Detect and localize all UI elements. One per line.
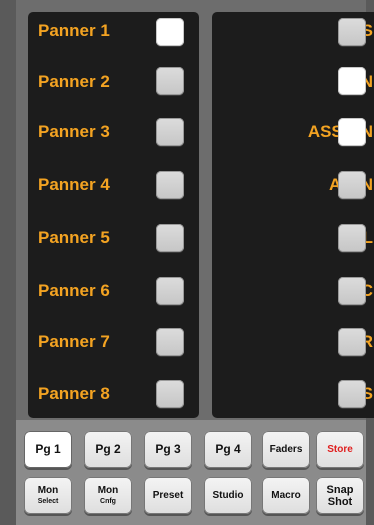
snapshot-key[interactable]: Snap Shot	[316, 477, 364, 514]
page-4-key[interactable]: Pg 4	[204, 431, 252, 468]
faders-key[interactable]: Faders	[262, 431, 310, 468]
panner-2-button[interactable]	[156, 67, 184, 95]
l-button[interactable]	[338, 224, 366, 252]
assign-button[interactable]	[338, 118, 366, 146]
r-button[interactable]	[338, 328, 366, 356]
page-3-key[interactable]: Pg 3	[144, 431, 192, 468]
panner-5-button[interactable]	[156, 224, 184, 252]
panner-6-button[interactable]	[156, 277, 184, 305]
panner-1-button[interactable]	[156, 18, 184, 46]
panner-4-button[interactable]	[156, 171, 184, 199]
bus-button[interactable]	[338, 18, 366, 46]
store-key[interactable]: Store	[316, 431, 364, 468]
page-1-key[interactable]: Pg 1	[24, 431, 72, 468]
panner-4-label: Panner 4	[38, 175, 110, 194]
studio-key[interactable]: Studio	[204, 477, 252, 514]
panner-2-label: Panner 2	[38, 72, 110, 91]
panner-3-label: Panner 3	[38, 122, 110, 141]
panner-7-label: Panner 7	[38, 332, 110, 351]
pan-button[interactable]	[338, 67, 366, 95]
panner-3-button[interactable]	[156, 118, 184, 146]
page-2-key[interactable]: Pg 2	[84, 431, 132, 468]
s-button[interactable]	[338, 380, 366, 408]
panner-6-label: Panner 6	[38, 281, 110, 300]
panner-7-button[interactable]	[156, 328, 184, 356]
panner-8-label: Panner 8	[38, 384, 110, 403]
panner-1-label: Panner 1	[38, 21, 110, 40]
preset-key[interactable]: Preset	[144, 477, 192, 514]
macro-key[interactable]: Macro	[262, 477, 310, 514]
mon-select-key[interactable]: Mon Select	[24, 477, 72, 514]
attn-button[interactable]	[338, 171, 366, 199]
panner-8-button[interactable]	[156, 380, 184, 408]
c-button[interactable]	[338, 277, 366, 305]
mon-cnfg-key[interactable]: Mon Cnfg	[84, 477, 132, 514]
panner-5-label: Panner 5	[38, 228, 110, 247]
